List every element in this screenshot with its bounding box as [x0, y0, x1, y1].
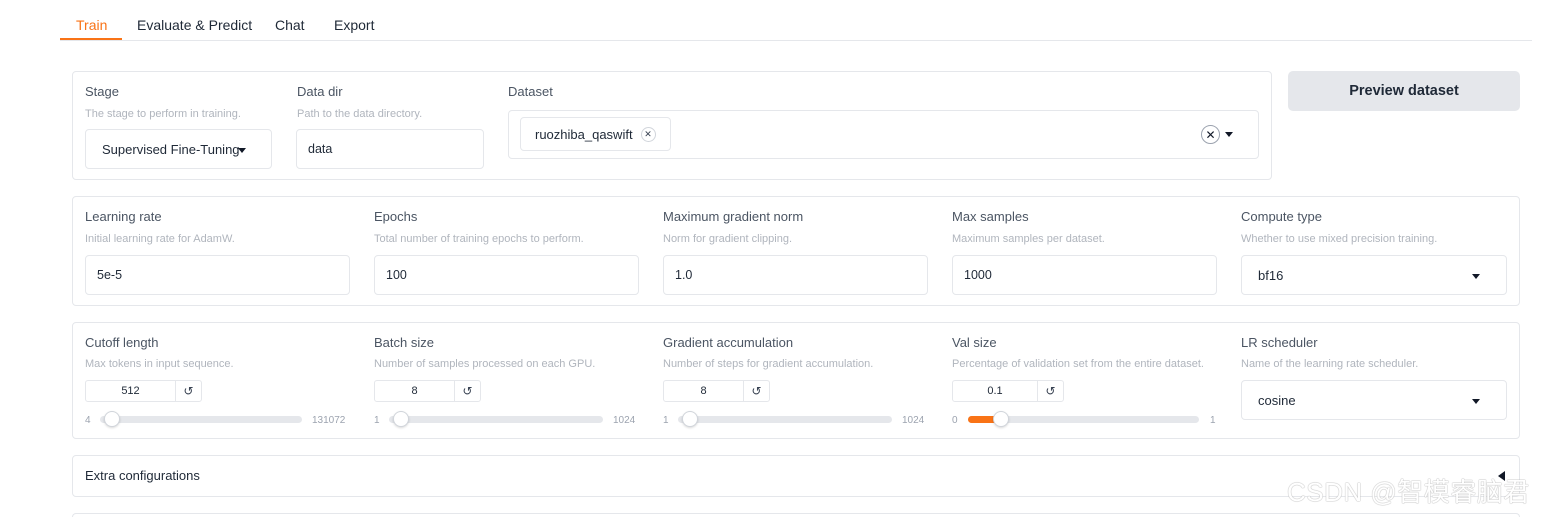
dataset-chip-label: ruozhiba_qaswift: [535, 126, 633, 142]
tab-chat[interactable]: Chat: [275, 17, 305, 33]
lr-scheduler-label: LR scheduler: [1241, 335, 1318, 350]
chevron-down-icon: [238, 148, 246, 153]
dataset-label: Dataset: [508, 84, 553, 99]
chevron-down-icon: [1472, 274, 1480, 279]
tab-export[interactable]: Export: [334, 17, 374, 33]
epochs-input[interactable]: 100: [374, 255, 639, 295]
compute-type-info: Whether to use mixed precision training.: [1241, 233, 1438, 245]
reset-icon[interactable]: ↺: [175, 381, 201, 401]
next-accordion-edge: [72, 513, 1520, 517]
cutoff-length-value: 512: [121, 385, 140, 397]
watermark: CSDN @智模睿脑君: [1287, 477, 1530, 507]
data-dir-input[interactable]: data: [296, 129, 484, 169]
dataset-chip: ruozhiba_qaswift ✕: [520, 117, 671, 151]
stage-value: Supervised Fine-Tuning: [102, 141, 240, 157]
grad-accum-label: Gradient accumulation: [663, 335, 794, 350]
tab-bar: Train Evaluate & Predict Chat Export: [60, 0, 1532, 41]
cutoff-length-label: Cutoff length: [85, 335, 159, 350]
dataset-multiselect[interactable]: ruozhiba_qaswift ✕ ✕: [508, 110, 1259, 159]
max-samples-input[interactable]: 1000: [952, 255, 1217, 295]
batch-size-info: Number of samples processed on each GPU.: [374, 358, 596, 370]
val-size-min: 0: [952, 415, 958, 426]
max-samples-label: Max samples: [952, 209, 1029, 224]
val-size-value: 0.1: [987, 385, 1003, 397]
close-icon[interactable]: ✕: [640, 126, 656, 142]
max-grad-norm-label: Maximum gradient norm: [663, 209, 804, 224]
cutoff-length-slider-thumb[interactable]: [103, 411, 120, 427]
reset-icon[interactable]: ↺: [743, 381, 769, 401]
lr-scheduler-value: cosine: [1258, 392, 1296, 408]
lr-scheduler-dropdown[interactable]: cosine: [1241, 380, 1507, 420]
val-size-number-input[interactable]: 0.1 ↺: [952, 380, 1064, 402]
compute-type-value: bf16: [1258, 267, 1284, 283]
cutoff-length-max: 131072: [312, 415, 346, 426]
learning-rate-info: Initial learning rate for AdamW.: [85, 233, 235, 245]
data-dir-label: Data dir: [297, 84, 343, 99]
tab-train[interactable]: Train: [76, 17, 107, 33]
active-tab-underline: [60, 38, 122, 40]
preview-dataset-button[interactable]: Preview dataset: [1288, 71, 1520, 111]
chevron-down-icon[interactable]: [1225, 132, 1233, 137]
batch-size-value: 8: [411, 385, 418, 397]
val-size-slider-thumb[interactable]: [992, 411, 1009, 427]
grad-accum-value: 8: [700, 385, 707, 397]
compute-type-label: Compute type: [1241, 209, 1322, 224]
epochs-label: Epochs: [374, 209, 418, 224]
tab-evaluate-predict[interactable]: Evaluate & Predict: [137, 17, 252, 33]
stage-dropdown[interactable]: Supervised Fine-Tuning: [85, 129, 272, 169]
val-size-label: Val size: [952, 335, 997, 350]
reset-icon[interactable]: ↺: [1037, 381, 1063, 401]
batch-size-min: 1: [374, 415, 380, 426]
batch-size-slider-track[interactable]: [389, 416, 603, 423]
epochs-info: Total number of training epochs to perfo…: [374, 233, 584, 245]
val-size-max: 1: [1210, 415, 1216, 426]
data-dir-info: Path to the data directory.: [297, 108, 423, 120]
lr-scheduler-info: Name of the learning rate scheduler.: [1241, 358, 1419, 370]
grad-accum-info: Number of steps for gradient accumulatio…: [663, 358, 874, 370]
batch-size-number-input[interactable]: 8 ↺: [374, 380, 481, 402]
max-samples-info: Maximum samples per dataset.: [952, 233, 1105, 245]
compute-type-dropdown[interactable]: bf16: [1241, 255, 1507, 295]
cutoff-length-number-input[interactable]: 512 ↺: [85, 380, 202, 402]
chevron-down-icon: [1472, 399, 1480, 404]
grad-accum-max: 1024: [902, 415, 925, 426]
cutoff-length-min: 4: [85, 415, 91, 426]
max-grad-norm-info: Norm for gradient clipping.: [663, 233, 793, 245]
cutoff-length-info: Max tokens in input sequence.: [85, 358, 234, 370]
cutoff-length-slider-track[interactable]: [100, 416, 302, 423]
extra-configurations-label: Extra configurations: [85, 468, 200, 483]
grad-accum-number-input[interactable]: 8 ↺: [663, 380, 770, 402]
reset-icon[interactable]: ↺: [454, 381, 480, 401]
batch-size-label: Batch size: [374, 335, 434, 350]
grad-accum-min: 1: [663, 415, 669, 426]
stage-info: The stage to perform in training.: [85, 108, 241, 120]
learning-rate-label: Learning rate: [85, 209, 162, 224]
learning-rate-input[interactable]: 5e-5: [85, 255, 350, 295]
clear-all-icon[interactable]: ✕: [1201, 125, 1220, 144]
stage-label: Stage: [85, 84, 119, 99]
batch-size-max: 1024: [613, 415, 636, 426]
max-grad-norm-input[interactable]: 1.0: [663, 255, 928, 295]
val-size-info: Percentage of validation set from the en…: [952, 358, 1204, 370]
grad-accum-slider-track[interactable]: [678, 416, 892, 423]
